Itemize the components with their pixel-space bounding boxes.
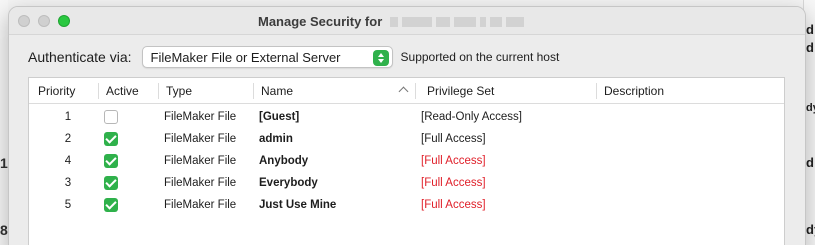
type-cell: FileMaker File — [164, 155, 237, 167]
column-header-type[interactable]: Type — [166, 78, 192, 104]
table-row[interactable]: 4 FileMaker File Anybody [Full Access] — [29, 150, 786, 172]
priority-cell: 5 — [64, 199, 72, 211]
zoom-button[interactable] — [58, 15, 70, 27]
privilege-set-cell: [Full Access] — [421, 199, 486, 211]
close-button[interactable] — [18, 15, 30, 27]
popup-arrows-icon — [372, 50, 389, 66]
active-checkbox[interactable] — [104, 110, 118, 124]
name-cell: Just Use Mine — [259, 199, 337, 211]
background-app-left-edge: 1 8 — [0, 0, 8, 245]
column-header-name[interactable]: Name — [261, 78, 293, 104]
name-cell: Everybody — [259, 177, 318, 189]
minimize-button[interactable] — [38, 15, 50, 27]
name-cell: Anybody — [259, 155, 309, 167]
authenticate-label: Authenticate via: — [28, 49, 132, 65]
type-cell: FileMaker File — [164, 177, 237, 189]
authenticate-popup-value: FileMaker File or External Server — [150, 49, 341, 65]
accounts-table: Priority Active Type Name Privilege Set … — [28, 77, 785, 245]
privilege-set-cell: [Full Access] — [421, 155, 486, 167]
column-header-description[interactable]: Description — [604, 78, 664, 104]
background-text: 8 — [0, 222, 8, 238]
privilege-set-cell: [Read-Only Access] — [421, 111, 522, 123]
background-text: dy — [806, 222, 815, 237]
supported-note: Supported on the current host — [400, 50, 560, 64]
active-checkbox[interactable] — [104, 132, 118, 146]
priority-cell: 4 — [64, 155, 72, 167]
active-checkbox[interactable] — [104, 198, 118, 212]
name-cell: admin — [259, 133, 293, 145]
type-cell: FileMaker File — [164, 111, 237, 123]
background-text: d — [806, 155, 814, 170]
type-cell: FileMaker File — [164, 199, 237, 211]
authenticate-popup[interactable]: FileMaker File or External Server — [141, 46, 393, 68]
authenticate-row: Authenticate via: FileMaker File or Exte… — [28, 46, 559, 68]
manage-security-window: Manage Security for Authenticate via: Fi… — [8, 6, 806, 245]
priority-cell: 3 — [64, 177, 72, 189]
background-text: dy — [806, 102, 815, 114]
table-row[interactable]: 2 FileMaker File admin [Full Access] — [29, 128, 786, 150]
background-text: d — [806, 40, 814, 55]
table-row[interactable]: 5 FileMaker File Just Use Mine [Full Access… — [29, 194, 786, 216]
privilege-set-cell: [Full Access] — [421, 177, 486, 189]
background-text: 1 — [0, 155, 8, 171]
redacted-filename — [390, 16, 525, 27]
column-header-privilege-set[interactable]: Privilege Set — [427, 78, 494, 104]
window-controls — [18, 15, 70, 27]
active-checkbox[interactable] — [104, 154, 118, 168]
table-header: Priority Active Type Name Privilege Set … — [29, 78, 784, 104]
table-row[interactable]: 1 FileMaker File [Guest] [Read-Only Access] — [29, 106, 786, 128]
window-title: Manage Security for — [258, 14, 525, 29]
window-title-text: Manage Security for — [258, 14, 383, 29]
privilege-set-cell: [Full Access] — [421, 133, 486, 145]
sort-ascending-icon — [398, 86, 409, 97]
priority-cell: 2 — [64, 133, 72, 145]
column-header-priority[interactable]: Priority — [38, 78, 75, 104]
active-checkbox[interactable] — [104, 176, 118, 190]
table-row[interactable]: 3 FileMaker File Everybody [Full Access] — [29, 172, 786, 194]
type-cell: FileMaker File — [164, 133, 237, 145]
background-text: d — [806, 22, 814, 37]
column-header-active[interactable]: Active — [106, 78, 139, 104]
name-cell: [Guest] — [259, 111, 300, 123]
title-bar: Manage Security for — [9, 7, 805, 35]
priority-cell: 1 — [64, 111, 72, 123]
